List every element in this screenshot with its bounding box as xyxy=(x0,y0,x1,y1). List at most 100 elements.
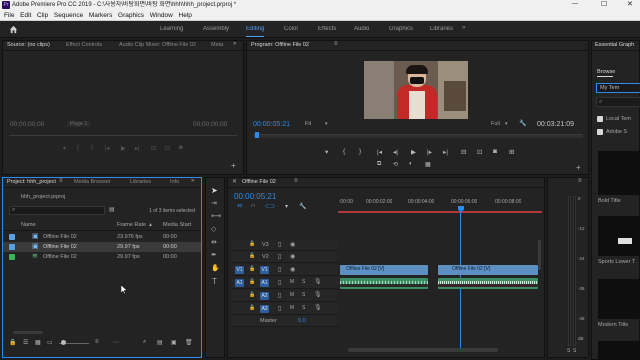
source-patch-a1[interactable]: A1 xyxy=(235,279,244,287)
local-templates-checkbox[interactable] xyxy=(597,116,603,122)
program-video-frame[interactable] xyxy=(364,61,468,119)
lock-track-icon[interactable]: 🔓 xyxy=(249,241,255,247)
solo-left-button[interactable]: S xyxy=(567,348,570,354)
new-bin-from-search-icon[interactable]: ▤ xyxy=(109,206,115,213)
nest-toggle-icon[interactable]: ⟗ xyxy=(237,203,242,210)
overwrite-icon[interactable]: ⊡ xyxy=(165,145,170,152)
solo-right-button[interactable]: S xyxy=(573,348,576,354)
menu-markers[interactable]: Markers xyxy=(89,10,112,21)
timeline-settings-icon[interactable]: 🔧 xyxy=(299,203,306,210)
column-frame-rate[interactable]: Frame Rate xyxy=(117,222,146,228)
tab-essential-graphics[interactable]: Essential Graph xyxy=(595,41,640,50)
track-target-v1[interactable]: V1 xyxy=(260,266,269,274)
solo-button-a3[interactable]: S xyxy=(302,305,305,311)
lock-track-icon[interactable]: 🔓 xyxy=(249,253,255,259)
workspace-effects[interactable]: Effects xyxy=(318,26,336,32)
column-name[interactable]: Name xyxy=(21,222,36,228)
workspace-graphics[interactable]: Graphics xyxy=(389,26,413,32)
microphone-icon[interactable]: 🎙 xyxy=(314,291,322,298)
go-to-in-icon[interactable]: |◂ xyxy=(377,148,382,156)
add-button-icon[interactable]: + xyxy=(576,163,581,172)
audio-clip[interactable] xyxy=(438,284,538,287)
vr-icon[interactable]: ◐ xyxy=(409,161,413,167)
workspace-audio[interactable]: Audio xyxy=(354,26,369,32)
template-thumb-modern-title[interactable] xyxy=(598,279,640,319)
multicam-icon[interactable]: ▦ xyxy=(425,161,431,168)
mute-button[interactable]: M xyxy=(290,292,294,298)
track-select-tool-icon[interactable]: ⇥ xyxy=(211,199,217,207)
solo-button[interactable]: S xyxy=(302,292,305,298)
step-back-icon[interactable]: |◂ xyxy=(105,145,110,152)
mark-in-icon[interactable]: { xyxy=(343,148,345,155)
snap-icon[interactable]: ∩ xyxy=(251,203,255,209)
lift-icon[interactable]: ⊟ xyxy=(461,148,466,156)
new-item-icon[interactable]: ▣ xyxy=(171,339,177,346)
minimize-button[interactable]: — xyxy=(572,1,578,7)
new-bin-icon[interactable]: ▤ xyxy=(157,339,163,346)
tab-media-browser[interactable]: Media Browser xyxy=(74,178,112,187)
maximize-button[interactable]: ☐ xyxy=(601,0,607,8)
time-ruler[interactable]: :00:00 00:00:02:00 00:00:04:00 00:00:06:… xyxy=(338,196,542,214)
track-target-a3[interactable]: A3 xyxy=(260,305,269,313)
adobe-stock-checkbox[interactable] xyxy=(597,129,603,135)
sync-lock-icon[interactable]: ▯ xyxy=(278,292,281,299)
program-playhead[interactable] xyxy=(255,132,259,138)
workspace-assembly[interactable]: Assembly xyxy=(203,26,229,32)
zoom-slider-handle[interactable] xyxy=(61,340,66,345)
sync-lock-icon[interactable]: ▯ xyxy=(278,241,281,248)
workspace-color[interactable]: Color xyxy=(284,26,298,32)
sort-up-icon[interactable]: ▲ xyxy=(148,222,153,228)
source-scrubber[interactable] xyxy=(9,135,237,136)
eye-icon[interactable]: ◉ xyxy=(290,266,295,273)
source-page-select[interactable]: Page 1 xyxy=(67,121,91,127)
tab-libraries[interactable]: Libraries xyxy=(130,178,154,187)
label-color-swatch[interactable] xyxy=(9,234,15,240)
camera-icon[interactable]: ◙ xyxy=(179,145,183,151)
template-thumb-sports-lower[interactable] xyxy=(598,216,640,256)
step-forward-icon[interactable]: ▸| xyxy=(135,145,140,152)
slip-tool-icon[interactable]: ⇹ xyxy=(211,238,217,246)
insert-icon[interactable]: ⊟ xyxy=(151,145,156,152)
clear-trash-icon[interactable]: 🗑 xyxy=(185,339,193,346)
eye-icon[interactable]: ◉ xyxy=(290,253,295,260)
export-frame-icon[interactable]: ◙ xyxy=(493,148,497,155)
selection-tool-icon[interactable]: ➤ xyxy=(211,186,218,195)
tab-timeline-sequence[interactable]: Offline File 02 xyxy=(242,178,292,187)
play-icon[interactable]: ▶ xyxy=(121,145,126,152)
panel-overflow-icon[interactable]: » xyxy=(191,178,194,184)
project-menu-icon[interactable]: ≡ xyxy=(59,178,63,184)
automate-to-sequence-icon[interactable]: ⋯ xyxy=(113,339,119,346)
list-view-icon[interactable]: ☰ xyxy=(23,339,28,346)
pen-tool-icon[interactable]: ✒ xyxy=(211,251,217,259)
tab-info[interactable]: Info xyxy=(170,178,184,187)
close-button[interactable]: ✕ xyxy=(627,0,633,8)
ripple-edit-tool-icon[interactable]: ⟷ xyxy=(211,212,221,220)
step-forward-icon[interactable]: |▸ xyxy=(427,148,432,156)
tab-browse[interactable]: Browse xyxy=(597,69,615,75)
track-target-a1[interactable]: A1 xyxy=(260,279,269,287)
search-field[interactable]: ⌕ xyxy=(596,97,640,107)
microphone-icon[interactable]: 🎙 xyxy=(314,304,322,311)
mark-out-bracket-icon[interactable]: } xyxy=(91,145,93,151)
comparison-view-icon[interactable]: ⊞ xyxy=(509,148,514,156)
close-tab-icon[interactable]: ✕ xyxy=(232,178,237,185)
project-horizontal-scrollbar[interactable] xyxy=(13,331,43,334)
home-icon[interactable] xyxy=(8,24,18,34)
my-templates-select[interactable]: My Tem xyxy=(596,83,640,93)
safe-margins-icon[interactable]: ⧉ xyxy=(377,161,381,168)
workspace-libraries[interactable]: Libraries xyxy=(430,26,453,32)
sync-lock-icon[interactable]: ▯ xyxy=(278,279,281,286)
mute-button[interactable]: M xyxy=(290,305,294,311)
tab-project[interactable]: Project: hhh_project xyxy=(7,178,59,187)
sort-icons-icon[interactable]: ≡ xyxy=(95,339,99,345)
solo-button[interactable]: S xyxy=(302,279,305,285)
workspace-learning[interactable]: Learning xyxy=(160,26,183,32)
mark-in-icon[interactable]: ▾ xyxy=(63,145,66,152)
workspace-editing[interactable]: Editing xyxy=(246,26,264,32)
project-search-field[interactable]: ⌕ xyxy=(9,206,105,215)
video-clip[interactable]: Offline File 02 [V] xyxy=(438,265,538,275)
program-scrubber[interactable] xyxy=(253,134,583,138)
mark-out-icon[interactable]: } xyxy=(359,148,361,155)
tab-audio-clip-mixer[interactable]: Audio Clip Mixer: Offline File 02 xyxy=(119,41,205,50)
type-tool-icon[interactable]: T xyxy=(212,277,217,286)
